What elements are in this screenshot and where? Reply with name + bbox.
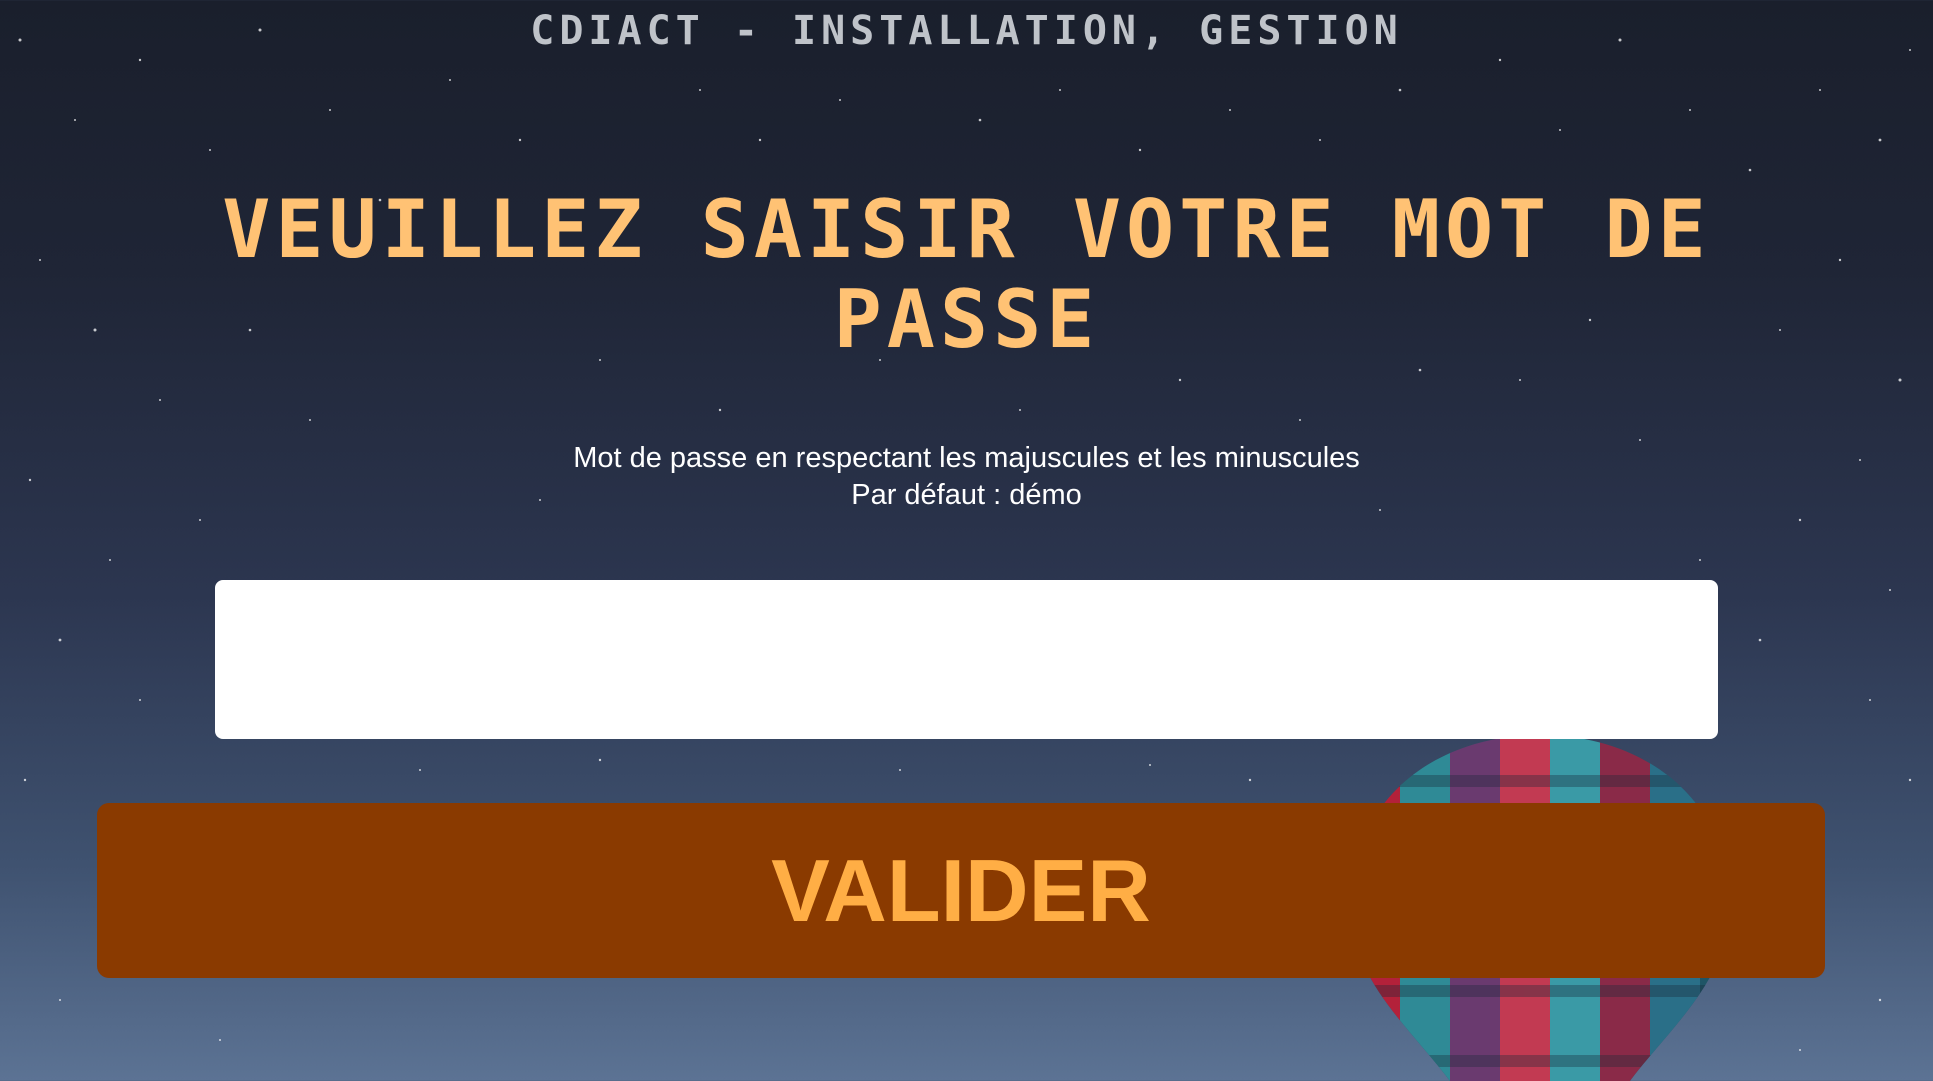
validate-button[interactable]: VALIDER [97, 803, 1825, 978]
instructions-case-sensitivity: Mot de passe en respectant les majuscule… [573, 442, 1360, 474]
page-title: VEUILLEZ SAISIR VOTRE MOT DE PASSE [222, 183, 1711, 366]
site-header-title: CDIACT - INSTALLATION, GESTION [530, 8, 1403, 54]
password-instructions: Mot de passe en respectant les majuscule… [0, 440, 1933, 514]
instructions-default-password: Par défaut : démo [851, 479, 1082, 511]
password-input[interactable] [215, 580, 1718, 739]
